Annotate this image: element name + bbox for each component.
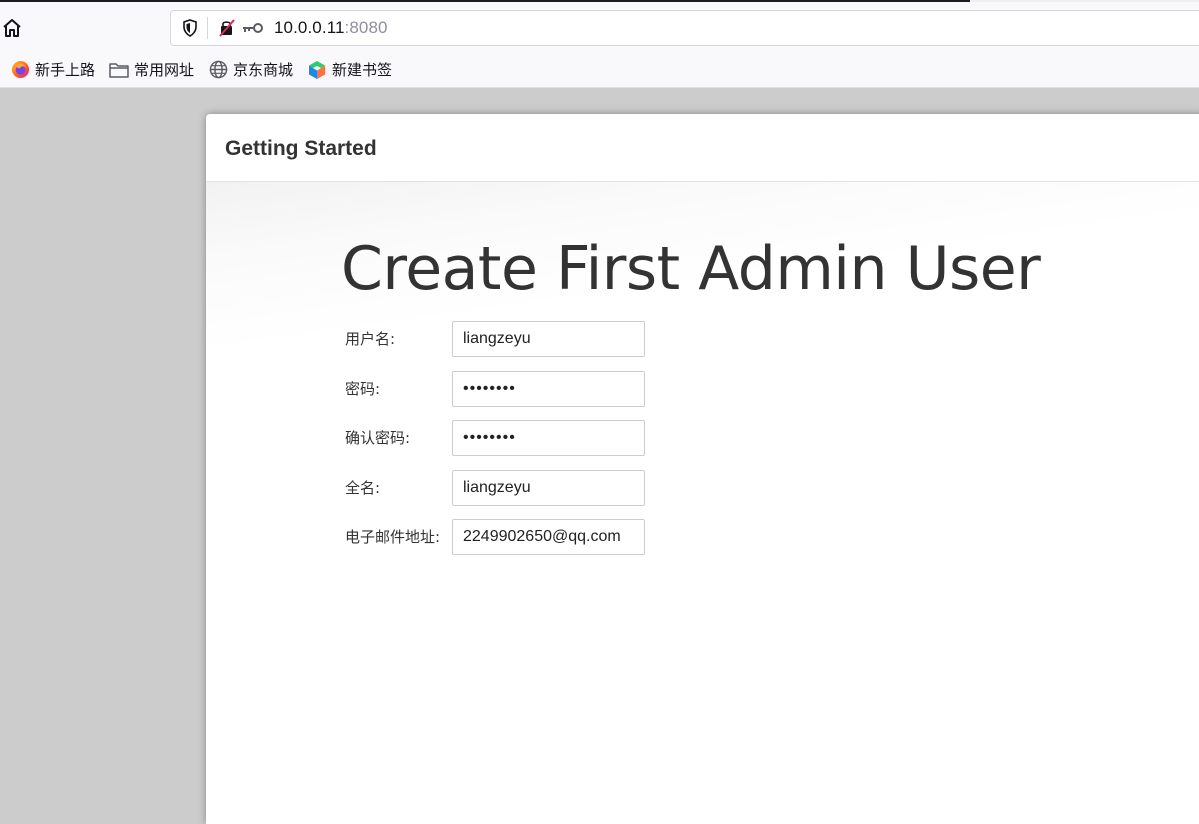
email-row: 电子邮件地址: <box>345 519 745 555</box>
folder-icon <box>109 60 129 80</box>
confirm-password-input[interactable] <box>452 420 645 456</box>
password-row: 密码: <box>345 371 745 407</box>
dialog-body: Create First Admin User 用户名: 密码: 确认密码: 全… <box>206 182 1199 824</box>
username-input[interactable] <box>452 321 645 357</box>
url-host: 10.0.0.11 <box>274 18 345 37</box>
saved-login-key-icon[interactable] <box>242 19 264 37</box>
fullname-input[interactable] <box>452 470 645 506</box>
globe-icon <box>208 60 228 80</box>
cube-logo-icon <box>307 60 327 80</box>
getting-started-dialog: Getting Started Create First Admin User … <box>206 114 1199 824</box>
bookmark-label: 新建书签 <box>332 61 393 79</box>
password-input[interactable] <box>452 371 645 407</box>
bookmark-jd-mall[interactable]: 京东商城 <box>208 59 293 80</box>
bookmark-label: 常用网址 <box>134 61 195 79</box>
confirm-password-label: 确认密码: <box>345 429 411 447</box>
bookmark-label: 新手上路 <box>35 61 96 79</box>
username-label: 用户名: <box>345 330 396 348</box>
password-label: 密码: <box>345 380 381 398</box>
email-label: 电子邮件地址: <box>345 528 441 546</box>
url-port: :8080 <box>344 18 388 37</box>
username-row: 用户名: <box>345 321 745 357</box>
home-button[interactable] <box>0 16 24 40</box>
bookmark-new[interactable]: 新建书签 <box>307 59 392 80</box>
page-viewport: Getting Started Create First Admin User … <box>0 88 1199 824</box>
dialog-title: Getting Started <box>225 136 377 160</box>
fullname-label: 全名: <box>345 479 381 497</box>
bookmark-common-sites[interactable]: 常用网址 <box>109 59 194 80</box>
page-heading: Create First Admin User <box>341 234 1041 304</box>
dialog-header: Getting Started <box>206 114 1199 182</box>
insecure-connection-icon[interactable] <box>218 19 236 37</box>
firefox-icon <box>10 60 30 80</box>
home-icon <box>3 19 21 37</box>
bookmark-label: 京东商城 <box>233 61 294 79</box>
bookmark-getting-started[interactable]: 新手上路 <box>10 59 95 80</box>
url-text[interactable]: 10.0.0.11:8080 <box>274 18 388 38</box>
browser-toolbar: 10.0.0.11:8080 <box>0 2 1199 52</box>
email-input[interactable] <box>452 519 645 555</box>
address-bar[interactable]: 10.0.0.11:8080 <box>170 10 1199 46</box>
confirm-password-row: 确认密码: <box>345 420 745 456</box>
tracking-protection-shield-icon[interactable] <box>181 19 199 37</box>
bookmarks-toolbar: 新手上路 常用网址 京东商城 新建书签 <box>0 52 1199 88</box>
urlbar-separator <box>207 17 208 39</box>
fullname-row: 全名: <box>345 470 745 506</box>
